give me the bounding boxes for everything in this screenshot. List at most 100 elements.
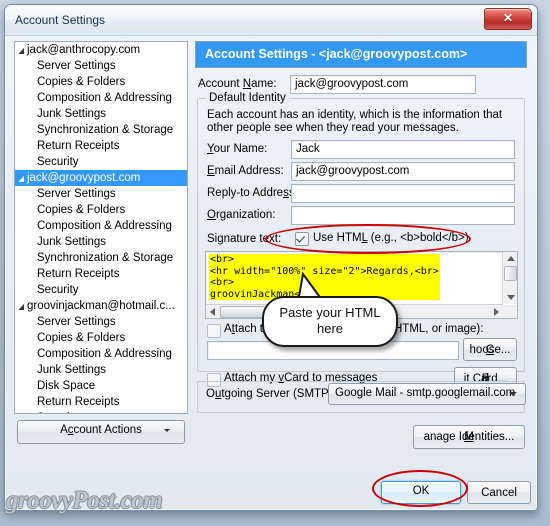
sidebar-item[interactable]: ◢ groovinjackman@hotmail.c... xyxy=(15,298,187,314)
sidebar-item[interactable]: Server Settings xyxy=(15,314,187,330)
reply-to-address-input[interactable] xyxy=(291,184,515,203)
window-title: Account Settings xyxy=(15,13,106,27)
sidebar-item-label: Security xyxy=(37,412,79,413)
expand-twisty-icon[interactable]: ◢ xyxy=(18,171,26,187)
sidebar-item[interactable]: Security xyxy=(15,410,187,413)
sidebar-item[interactable]: Composition & Addressing xyxy=(15,346,187,362)
signature-text-label: Signature text: xyxy=(207,233,282,245)
scroll-down-icon[interactable] xyxy=(507,295,515,300)
chevron-down-icon xyxy=(509,392,517,396)
sidebar-item-label: Junk Settings xyxy=(37,364,107,376)
close-button[interactable]: ✕ xyxy=(484,8,532,30)
expand-twisty-icon[interactable]: ◢ xyxy=(18,43,26,59)
sidebar-item[interactable]: Security xyxy=(15,282,187,298)
your-name-value: Jack xyxy=(296,143,320,155)
sidebar-item-label: groovinjackman@hotmail.c... xyxy=(27,300,175,312)
cancel-button-label: Cancel xyxy=(481,486,517,499)
sidebar-item-label: Server Settings xyxy=(37,316,116,328)
ok-button-label: OK xyxy=(412,485,430,497)
scroll-right-icon[interactable] xyxy=(494,308,499,316)
sidebar-item[interactable]: Junk Settings xyxy=(15,106,187,122)
sidebar-item[interactable]: ◢ jack@anthrocopy.com xyxy=(15,42,187,58)
sidebar-item[interactable]: Disk Space xyxy=(15,378,187,394)
sidebar-item[interactable]: Server Settings xyxy=(15,186,187,202)
chevron-down-icon xyxy=(164,429,170,432)
ok-button[interactable]: OK xyxy=(381,481,461,504)
sidebar-item[interactable]: Copies & Folders xyxy=(15,330,187,346)
attach-signature-checkbox[interactable] xyxy=(207,324,221,338)
manage-identities-button[interactable]: Manage Identities... xyxy=(413,425,525,449)
cancel-button[interactable]: Cancel xyxy=(467,481,531,504)
sidebar-item-label: Server Settings xyxy=(37,188,116,200)
sidebar-item-label: Disk Space xyxy=(37,380,96,392)
callout-line-2: here xyxy=(316,321,344,336)
expand-twisty-icon[interactable]: ◢ xyxy=(18,299,26,315)
scroll-up-icon[interactable] xyxy=(507,256,515,261)
your-name-input[interactable]: Jack xyxy=(291,140,515,159)
sidebar-item[interactable]: Copies & Folders xyxy=(15,74,187,90)
email-address-label: Email Address: xyxy=(207,165,284,177)
sidebar-item[interactable]: Return Receipts xyxy=(15,138,187,154)
organization-input[interactable] xyxy=(291,206,515,225)
smtp-server-select[interactable]: Google Mail - smtp.googlemail.com xyxy=(328,383,526,405)
callout-text: Paste your HTML here xyxy=(264,305,396,337)
sidebar-item[interactable]: Junk Settings xyxy=(15,362,187,378)
attach-signature-label-right: HTML, or image): xyxy=(394,323,484,335)
sidebar-item[interactable]: Copies & Folders xyxy=(15,202,187,218)
signature-vertical-scrollbar[interactable] xyxy=(502,252,517,304)
panel-header: Account Settings - <jack@groovypost.com> xyxy=(195,41,527,68)
account-settings-window: Account Settings ✕ ◢ jack@anthrocopy.com S… xyxy=(4,4,538,511)
sidebar-item[interactable]: Composition & Addressing xyxy=(15,90,187,106)
use-html-label: Use HTML (e.g., <b>bold</b>) xyxy=(313,232,469,244)
default-identity-description: Each account has an identity, which is t… xyxy=(207,109,503,134)
use-html-checkbox[interactable] xyxy=(295,232,309,246)
sidebar-item[interactable]: Synchronization & Storage xyxy=(15,122,187,138)
sidebar-item[interactable]: ◢ jack@groovypost.com xyxy=(15,170,187,186)
sidebar-item[interactable]: Server Settings xyxy=(15,58,187,74)
sidebar-item-label: Composition & Addressing xyxy=(37,348,172,360)
email-address-value: jack@groovypost.com xyxy=(296,165,410,177)
sidebar-item[interactable]: Composition & Addressing xyxy=(15,218,187,234)
sidebar-item[interactable]: Junk Settings xyxy=(15,234,187,250)
sidebar-item-label: Copies & Folders xyxy=(37,332,126,344)
account-actions-label: Account Actions xyxy=(60,424,142,436)
callout-bubble: Paste your HTML here xyxy=(262,296,398,347)
sidebar-item-label: Composition & Addressing xyxy=(37,220,172,232)
email-address-input[interactable]: jack@groovypost.com xyxy=(291,162,515,181)
window-titlebar: Account Settings ✕ xyxy=(5,5,537,36)
scroll-left-icon[interactable] xyxy=(210,308,215,316)
vertical-scroll-thumb[interactable] xyxy=(504,266,517,281)
smtp-selected-value: Google Mail - smtp.googlemail.com xyxy=(335,387,516,399)
sidebar-item-label: Return Receipts xyxy=(37,396,120,408)
sidebar-item[interactable]: Synchronization & Storage xyxy=(15,250,187,266)
organization-label: Organization: xyxy=(207,209,276,221)
sidebar-item[interactable]: Return Receipts xyxy=(15,266,187,282)
sidebar-item-label: Security xyxy=(37,284,79,296)
account-settings-panel: Account Settings - <jack@groovypost.com>… xyxy=(195,41,529,466)
sidebar-item-label: jack@anthrocopy.com xyxy=(27,44,141,56)
reply-to-address-label: Reply-to Address: xyxy=(207,187,298,199)
sidebar-item-label: Return Receipts xyxy=(37,268,120,280)
scrollbar-corner xyxy=(503,305,517,318)
sidebar-item-label: Copies & Folders xyxy=(37,76,126,88)
sidebar-item-label: Server Settings xyxy=(37,60,116,72)
callout-line-1: Paste your HTML xyxy=(279,305,381,320)
accounts-tree[interactable]: ◢ jack@anthrocopy.com Server Settings Copie… xyxy=(14,41,188,414)
your-name-label: Your Name: xyxy=(207,143,268,155)
sidebar-item-label: Synchronization & Storage xyxy=(37,252,174,264)
sidebar-item-label: Synchronization & Storage xyxy=(37,124,174,136)
sidebar-item-label: jack@groovypost.com xyxy=(27,172,141,184)
account-actions-button[interactable]: Account Actions xyxy=(17,420,185,444)
close-icon: ✕ xyxy=(502,11,514,25)
sidebar-item-label: Composition & Addressing xyxy=(37,92,172,104)
account-name-label: Account Name: xyxy=(198,78,277,90)
sidebar-item[interactable]: Return Receipts xyxy=(15,394,187,410)
sidebar-item[interactable]: Security xyxy=(15,154,187,170)
account-name-input[interactable]: jack@groovypost.com xyxy=(290,75,476,94)
outgoing-server-group: Outgoing Server (SMTP): Google Mail - sm… xyxy=(197,381,526,413)
dialog-client-area: ◢ jack@anthrocopy.com Server Settings Copie… xyxy=(5,35,537,510)
choose-button[interactable]: Choose... xyxy=(463,338,517,361)
sidebar-item-label: Copies & Folders xyxy=(37,204,126,216)
account-name-value: jack@groovypost.com xyxy=(295,78,409,90)
default-identity-legend: Default Identity xyxy=(206,92,289,104)
